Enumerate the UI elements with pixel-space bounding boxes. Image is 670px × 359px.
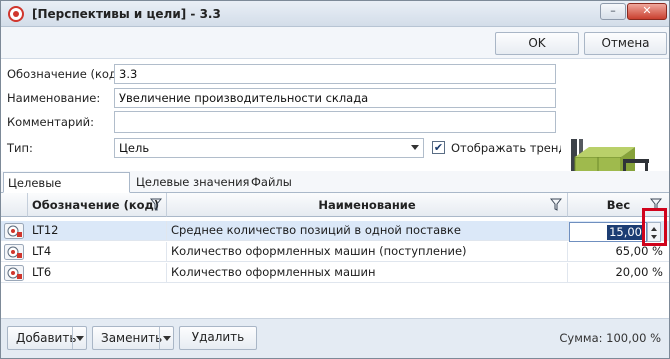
title-bar[interactable]: [Перспективы и цели] - 3.3 – ✕ xyxy=(1,1,669,27)
cell-name: Количество оформленных машин xyxy=(167,263,568,283)
row-selector-header xyxy=(1,193,28,217)
show-trend-label: Отображать тренд: xyxy=(451,141,571,155)
filter-icon[interactable] xyxy=(150,198,162,211)
replace-button[interactable]: Заменить xyxy=(92,326,174,350)
column-header-code[interactable]: Обозначение (код) xyxy=(28,193,167,217)
ok-button[interactable]: OK xyxy=(495,32,579,55)
table-row[interactable]: LT6 Количество оформленных машин 20,00 % xyxy=(1,263,669,283)
add-button[interactable]: Добавить xyxy=(7,326,87,350)
indicator-icon[interactable] xyxy=(4,223,24,239)
column-header-weight-label: Вес xyxy=(606,198,631,212)
tab-files[interactable]: Файлы xyxy=(247,172,296,193)
cell-weight: 20,00 % xyxy=(615,265,663,279)
type-select[interactable]: Цель xyxy=(114,138,424,158)
name-field[interactable]: Увеличение производительности склада xyxy=(114,88,556,108)
chevron-down-icon[interactable] xyxy=(159,327,173,349)
weight-editor[interactable]: 15,00 xyxy=(569,222,647,242)
name-label: Наименование: xyxy=(7,91,101,105)
weight-editor-value[interactable]: 15,00 xyxy=(607,225,644,240)
form-area: Обозначение (код): 3.3 Наименование: Уве… xyxy=(1,59,669,223)
code-label: Обозначение (код): xyxy=(7,67,126,81)
filter-icon[interactable] xyxy=(550,198,562,211)
table-row[interactable]: LT4 Количество оформленных машин (поступ… xyxy=(1,242,669,262)
indicators-grid: Обозначение (код) Наименование Вес LT12 … xyxy=(1,193,669,319)
chevron-down-icon[interactable] xyxy=(411,145,419,150)
cancel-button[interactable]: Отмена xyxy=(584,32,667,55)
highlight-box xyxy=(642,208,667,246)
tab-target-indicators[interactable]: Целевые показатели xyxy=(3,172,130,210)
tab-strip: Целевые показатели Целевые значения Файл… xyxy=(1,171,669,210)
chevron-down-icon[interactable] xyxy=(72,327,86,349)
window-title: [Перспективы и цели] - 3.3 xyxy=(32,7,221,21)
cell-code: LT6 xyxy=(28,263,167,283)
column-header-name-label: Наименование xyxy=(318,198,416,212)
sum-label: Сумма: 100,00 % xyxy=(559,331,661,345)
indicator-icon[interactable] xyxy=(4,265,24,281)
target-icon xyxy=(8,6,24,22)
type-select-value: Цель xyxy=(119,141,150,155)
comment-field[interactable] xyxy=(114,111,556,133)
cell-code: LT4 xyxy=(28,242,167,262)
cell-name: Количество оформленных машин (поступлени… xyxy=(167,242,568,262)
column-header-name[interactable]: Наименование xyxy=(167,193,568,217)
column-header-code-label: Обозначение (код) xyxy=(32,198,160,212)
cell-code: LT12 xyxy=(28,221,167,241)
dialog-window: [Перспективы и цели] - 3.3 – ✕ OK Отмена… xyxy=(0,0,670,359)
indicator-icon[interactable] xyxy=(4,244,24,260)
delete-button[interactable]: Удалить xyxy=(179,326,257,350)
close-button[interactable]: ✕ xyxy=(627,3,667,20)
type-label: Тип: xyxy=(7,141,33,155)
tab-target-values[interactable]: Целевые значения xyxy=(132,172,253,193)
cell-name: Среднее количество позиций в одной поста… xyxy=(167,221,568,241)
add-button-label: Добавить xyxy=(16,331,77,345)
replace-button-label: Заменить xyxy=(101,331,163,345)
code-field[interactable]: 3.3 xyxy=(114,64,556,84)
comment-label: Комментарий: xyxy=(7,115,95,129)
show-trend-checkbox[interactable]: ✔ xyxy=(432,141,445,154)
minimize-button[interactable]: – xyxy=(600,3,626,20)
